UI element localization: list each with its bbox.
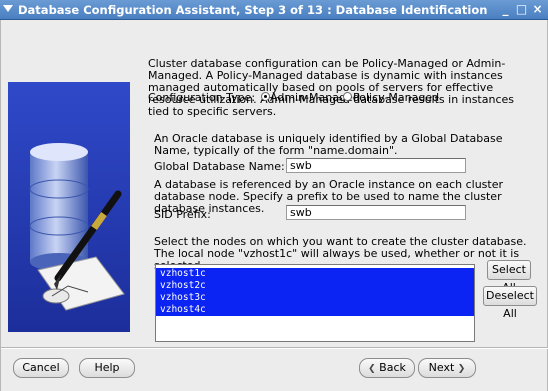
cancel-button[interactable]: Cancel — [13, 358, 69, 378]
sid-prefix-field[interactable]: swb — [286, 205, 466, 220]
node-item[interactable]: vzhost4c — [160, 304, 206, 316]
window-title: Database Configuration Assistant, Step 3… — [18, 3, 488, 17]
intro-text: Cluster database configuration can be Po… — [148, 57, 515, 118]
node-list[interactable]: vzhost1c vzhost2c vzhost3c vzhost4c — [155, 264, 475, 342]
admin-managed-radio[interactable] — [261, 92, 270, 101]
minimize-button[interactable]: _ — [498, 2, 513, 17]
next-label: Next — [428, 361, 455, 374]
configuration-type-label: Configuration Type: — [148, 91, 256, 104]
footer-separator — [1, 347, 548, 349]
database-illustration — [8, 82, 130, 332]
deselect-all-button[interactable]: Deselect All — [483, 286, 537, 320]
sid-prefix-label: SID Prefix: — [154, 208, 211, 221]
back-label: Back — [379, 361, 406, 374]
policy-managed-radio[interactable] — [343, 92, 352, 101]
node-item[interactable]: vzhost3c — [160, 292, 206, 304]
policy-managed-label[interactable]: Policy-Managed — [353, 91, 439, 104]
next-arrow-icon: ❯ — [457, 364, 466, 374]
back-button[interactable]: ❮ Back — [359, 358, 415, 378]
help-button[interactable]: Help — [79, 358, 135, 378]
wizard-body: Cluster database configuration can be Po… — [0, 20, 548, 391]
global-database-name-field[interactable]: swb — [286, 158, 466, 173]
back-arrow-icon: ❮ — [368, 364, 376, 374]
select-all-button[interactable]: Select All — [487, 260, 531, 294]
global-database-name-label: Global Database Name: — [154, 160, 285, 173]
close-button[interactable]: × — [530, 2, 545, 17]
maximize-button[interactable]: □ — [514, 2, 529, 17]
window-menu-icon[interactable] — [3, 5, 13, 12]
node-item[interactable]: vzhost1c — [160, 268, 206, 280]
global-name-help: An Oracle database is uniquely identifie… — [154, 132, 503, 157]
next-button[interactable]: Next ❯ — [418, 358, 476, 378]
node-item[interactable]: vzhost2c — [160, 280, 206, 292]
title-bar: Database Configuration Assistant, Step 3… — [0, 0, 548, 20]
